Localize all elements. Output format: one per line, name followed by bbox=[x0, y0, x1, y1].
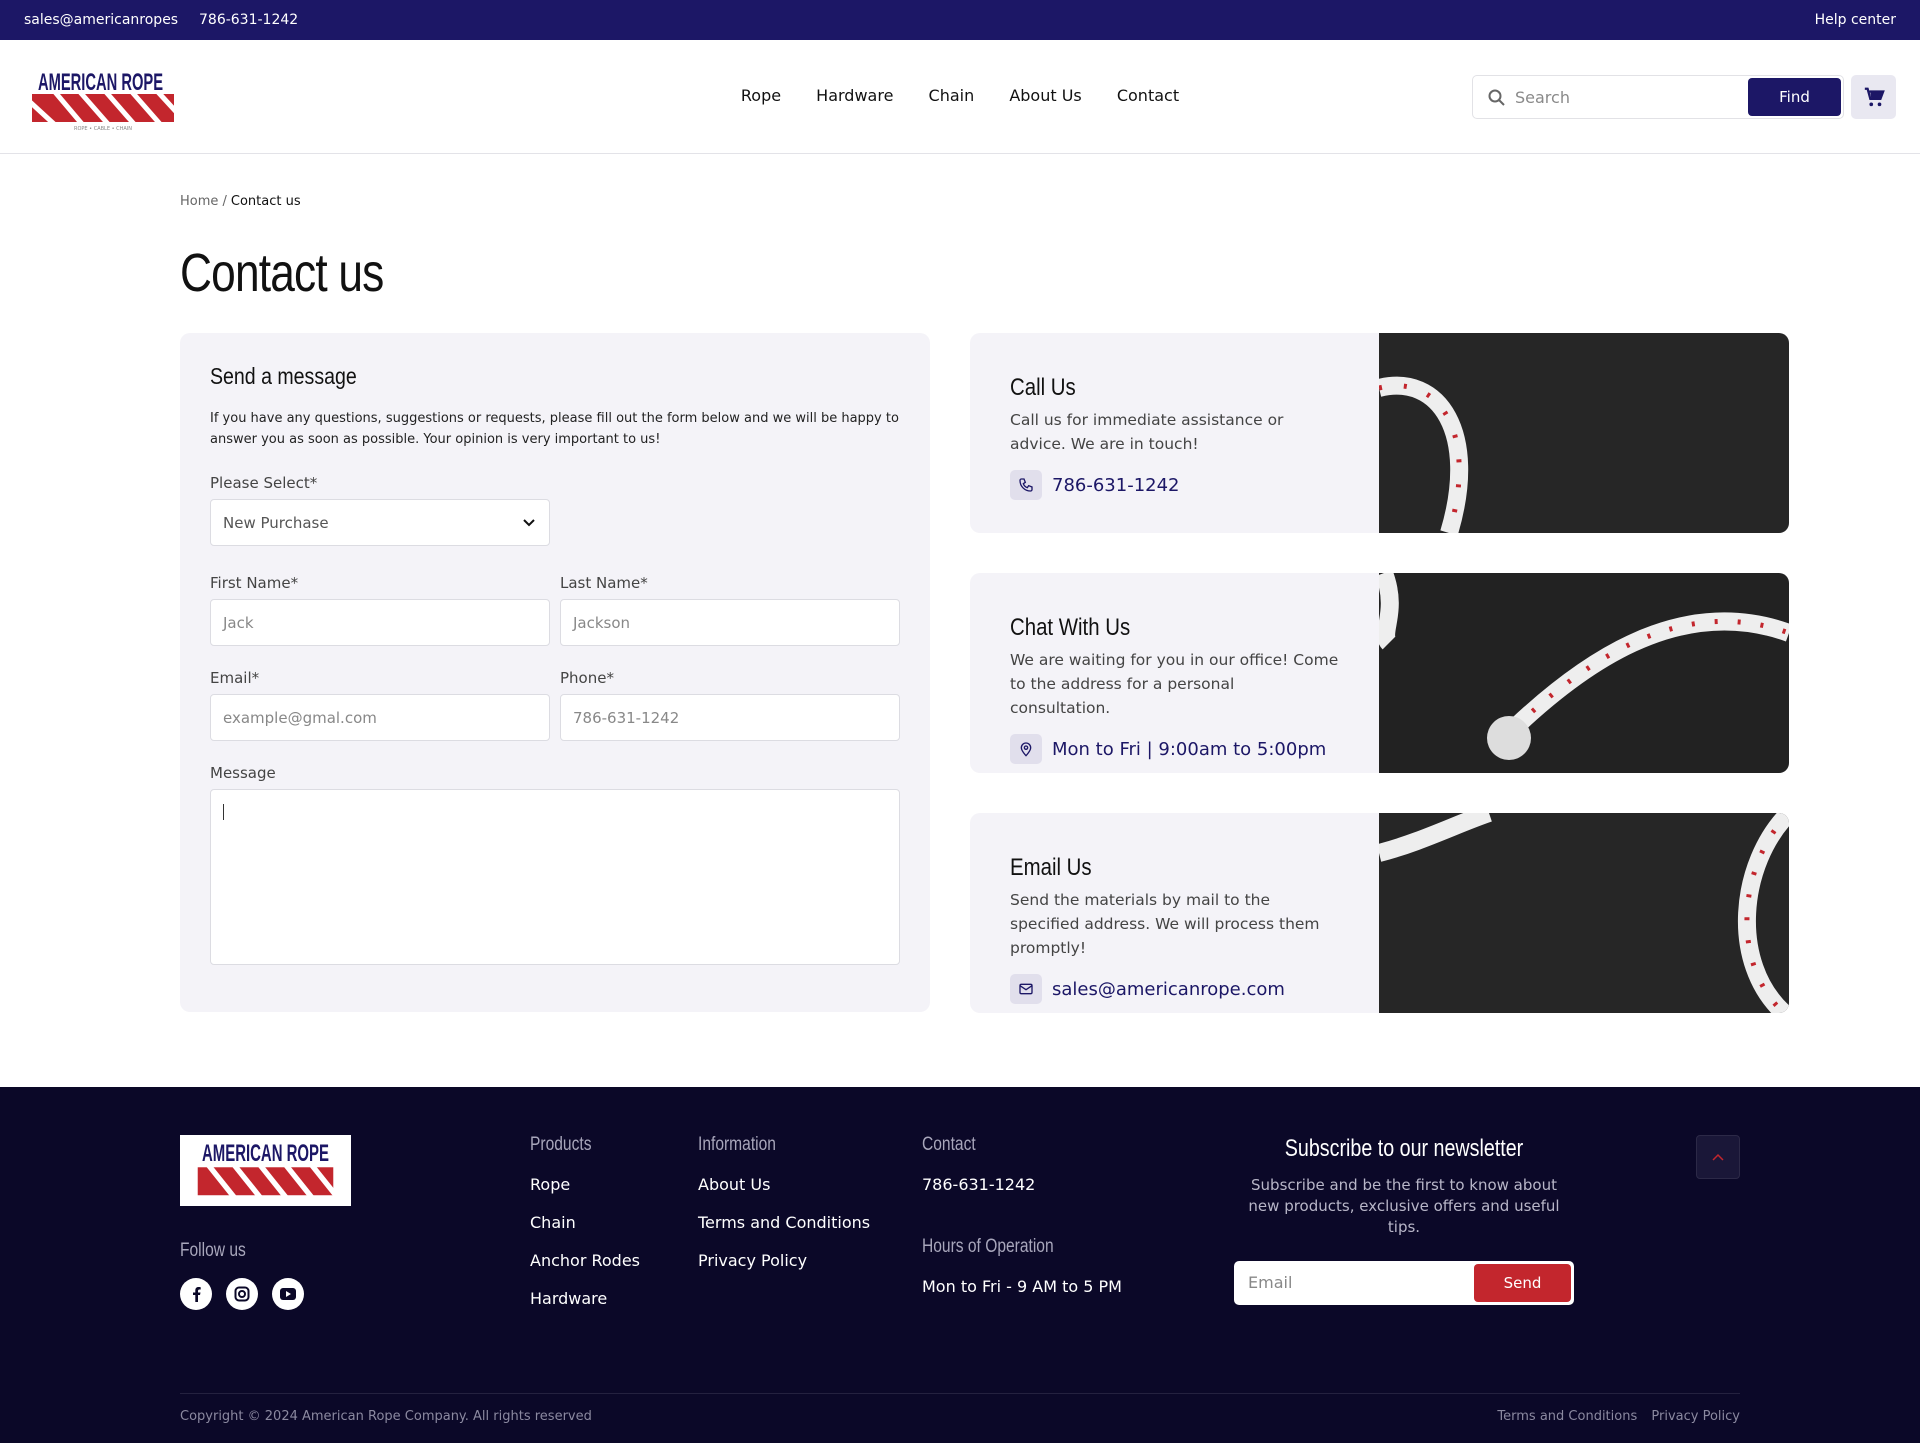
topbar-phone[interactable]: 786-631-1242 bbox=[199, 12, 298, 28]
phone-placeholder: 786-631-1242 bbox=[573, 708, 680, 727]
nav-contact[interactable]: Contact bbox=[1117, 86, 1179, 105]
inquiry-type-select[interactable]: New Purchase bbox=[210, 499, 550, 546]
facebook-icon[interactable] bbox=[180, 1278, 212, 1310]
contact-heading: Contact bbox=[922, 1134, 976, 1155]
footer-link-about-us[interactable]: About Us bbox=[698, 1166, 870, 1204]
follow-us-heading: Follow us bbox=[180, 1240, 246, 1261]
card-contact[interactable]: sales@americanrope.com bbox=[1052, 979, 1285, 1000]
footer-divider bbox=[180, 1393, 1740, 1394]
text-cursor bbox=[223, 804, 224, 820]
help-center-link[interactable]: Help center bbox=[1815, 12, 1896, 28]
nav-hardware[interactable]: Hardware bbox=[816, 86, 893, 105]
page-title: Contact us bbox=[180, 243, 384, 303]
footer: AMERICAN ROPE Follow us Products Rope Ch… bbox=[0, 1087, 1920, 1443]
footer-phone[interactable]: 786-631-1242 bbox=[922, 1166, 1122, 1204]
products-heading: Products bbox=[530, 1134, 592, 1155]
email-us-card: Email Us Send the materials by mail to t… bbox=[970, 813, 1789, 1013]
card-desc: Call us for immediate assistance or advi… bbox=[1010, 411, 1284, 453]
newsletter-email-input[interactable]: Email Send bbox=[1234, 1261, 1574, 1305]
footer-logo[interactable]: AMERICAN ROPE bbox=[180, 1135, 351, 1206]
footer-link-privacy[interactable]: Privacy Policy bbox=[698, 1242, 870, 1280]
nav-chain[interactable]: Chain bbox=[929, 86, 975, 105]
message-label: Message bbox=[210, 764, 276, 782]
rope-image bbox=[1379, 813, 1789, 1013]
card-desc: Send the materials by mail to the specif… bbox=[1010, 891, 1320, 957]
last-name-placeholder: Jackson bbox=[573, 613, 631, 632]
youtube-icon[interactable] bbox=[272, 1278, 304, 1310]
last-name-input[interactable]: Jackson bbox=[560, 599, 900, 646]
footer-hours: Mon to Fri - 9 AM to 5 PM bbox=[922, 1277, 1122, 1296]
form-intro: If you have any questions, suggestions o… bbox=[210, 411, 899, 447]
newsletter-placeholder: Email bbox=[1248, 1273, 1293, 1292]
find-button[interactable]: Find bbox=[1748, 78, 1841, 116]
nav-rope[interactable]: Rope bbox=[741, 86, 781, 105]
rope-image bbox=[1379, 333, 1789, 533]
message-form: Send a message If you have any questions… bbox=[180, 333, 930, 1012]
svg-text:ROPE • CABLE • CHAIN: ROPE • CABLE • CHAIN bbox=[74, 126, 132, 132]
call-us-card: Call Us Call us for immediate assistance… bbox=[970, 333, 1789, 533]
newsletter: Subscribe to our newsletter Subscribe an… bbox=[1234, 1135, 1574, 1305]
phone-input[interactable]: 786-631-1242 bbox=[560, 694, 900, 741]
form-title: Send a message bbox=[210, 363, 357, 389]
mail-icon bbox=[1010, 974, 1042, 1004]
email-placeholder: example@gmal.com bbox=[223, 708, 377, 727]
select-label: Please Select* bbox=[210, 474, 318, 492]
cart-icon bbox=[1864, 87, 1885, 107]
footer-link-terms[interactable]: Terms and Conditions bbox=[698, 1204, 870, 1242]
cart-button[interactable] bbox=[1851, 75, 1896, 119]
card-title: Call Us bbox=[1010, 374, 1076, 401]
phone-icon bbox=[1010, 470, 1042, 500]
topbar-email[interactable]: sales@americanropes bbox=[24, 12, 178, 28]
newsletter-send-button[interactable]: Send bbox=[1474, 1264, 1571, 1302]
footer-link-hardware[interactable]: Hardware bbox=[530, 1280, 640, 1318]
message-textarea[interactable] bbox=[210, 789, 900, 965]
select-value: New Purchase bbox=[223, 513, 329, 532]
footer-link-anchor-rodes[interactable]: Anchor Rodes bbox=[530, 1242, 640, 1280]
svg-text:AMERICAN ROPE: AMERICAN ROPE bbox=[202, 1141, 329, 1167]
first-name-placeholder: Jack bbox=[223, 613, 254, 632]
top-bar: sales@americanropes 786-631-1242 Help ce… bbox=[0, 0, 1920, 40]
card-desc: We are waiting for you in our office! Co… bbox=[1010, 651, 1339, 717]
card-contact: Mon to Fri | 9:00am to 5:00pm bbox=[1052, 738, 1327, 760]
footer-link-chain[interactable]: Chain bbox=[530, 1204, 640, 1242]
newsletter-desc: Subscribe and be the first to know about… bbox=[1248, 1176, 1560, 1236]
search-placeholder: Search bbox=[1515, 88, 1570, 107]
breadcrumb-current: Contact us bbox=[230, 194, 301, 209]
chevron-down-icon bbox=[523, 519, 535, 527]
card-contact[interactable]: 786-631-1242 bbox=[1052, 475, 1180, 496]
information-heading: Information bbox=[698, 1134, 776, 1155]
last-name-label: Last Name* bbox=[560, 574, 648, 592]
scroll-to-top-button[interactable] bbox=[1696, 1135, 1740, 1179]
location-pin-icon bbox=[1010, 734, 1042, 764]
search-input[interactable]: Search Find bbox=[1472, 75, 1844, 119]
search-icon bbox=[1488, 89, 1505, 106]
first-name-label: First Name* bbox=[210, 574, 299, 592]
footer-link-rope[interactable]: Rope bbox=[530, 1166, 640, 1204]
bottom-terms-link[interactable]: Terms and Conditions bbox=[1497, 1409, 1637, 1424]
breadcrumb-home[interactable]: Home / bbox=[180, 194, 227, 209]
header: AMERICAN ROPE ROPE • CABLE • CHAIN Rope … bbox=[0, 40, 1920, 154]
first-name-input[interactable]: Jack bbox=[210, 599, 550, 646]
copyright: Copyright © 2024 American Rope Company. … bbox=[180, 1409, 592, 1424]
card-title: Chat With Us bbox=[1010, 614, 1131, 641]
phone-label: Phone* bbox=[560, 669, 614, 687]
chevron-up-icon bbox=[1712, 1153, 1724, 1161]
chat-with-us-card: Chat With Us We are waiting for you in o… bbox=[970, 573, 1789, 773]
nav-about-us[interactable]: About Us bbox=[1009, 86, 1081, 105]
instagram-icon[interactable] bbox=[226, 1278, 258, 1310]
bottom-privacy-link[interactable]: Privacy Policy bbox=[1651, 1409, 1740, 1424]
rope-image bbox=[1379, 573, 1789, 773]
email-label: Email* bbox=[210, 669, 260, 687]
newsletter-title: Subscribe to our newsletter bbox=[1284, 1135, 1524, 1162]
breadcrumb: Home / Contact us bbox=[180, 194, 301, 209]
card-title: Email Us bbox=[1010, 854, 1092, 881]
email-input[interactable]: example@gmal.com bbox=[210, 694, 550, 741]
hours-heading: Hours of Operation bbox=[922, 1236, 1054, 1257]
